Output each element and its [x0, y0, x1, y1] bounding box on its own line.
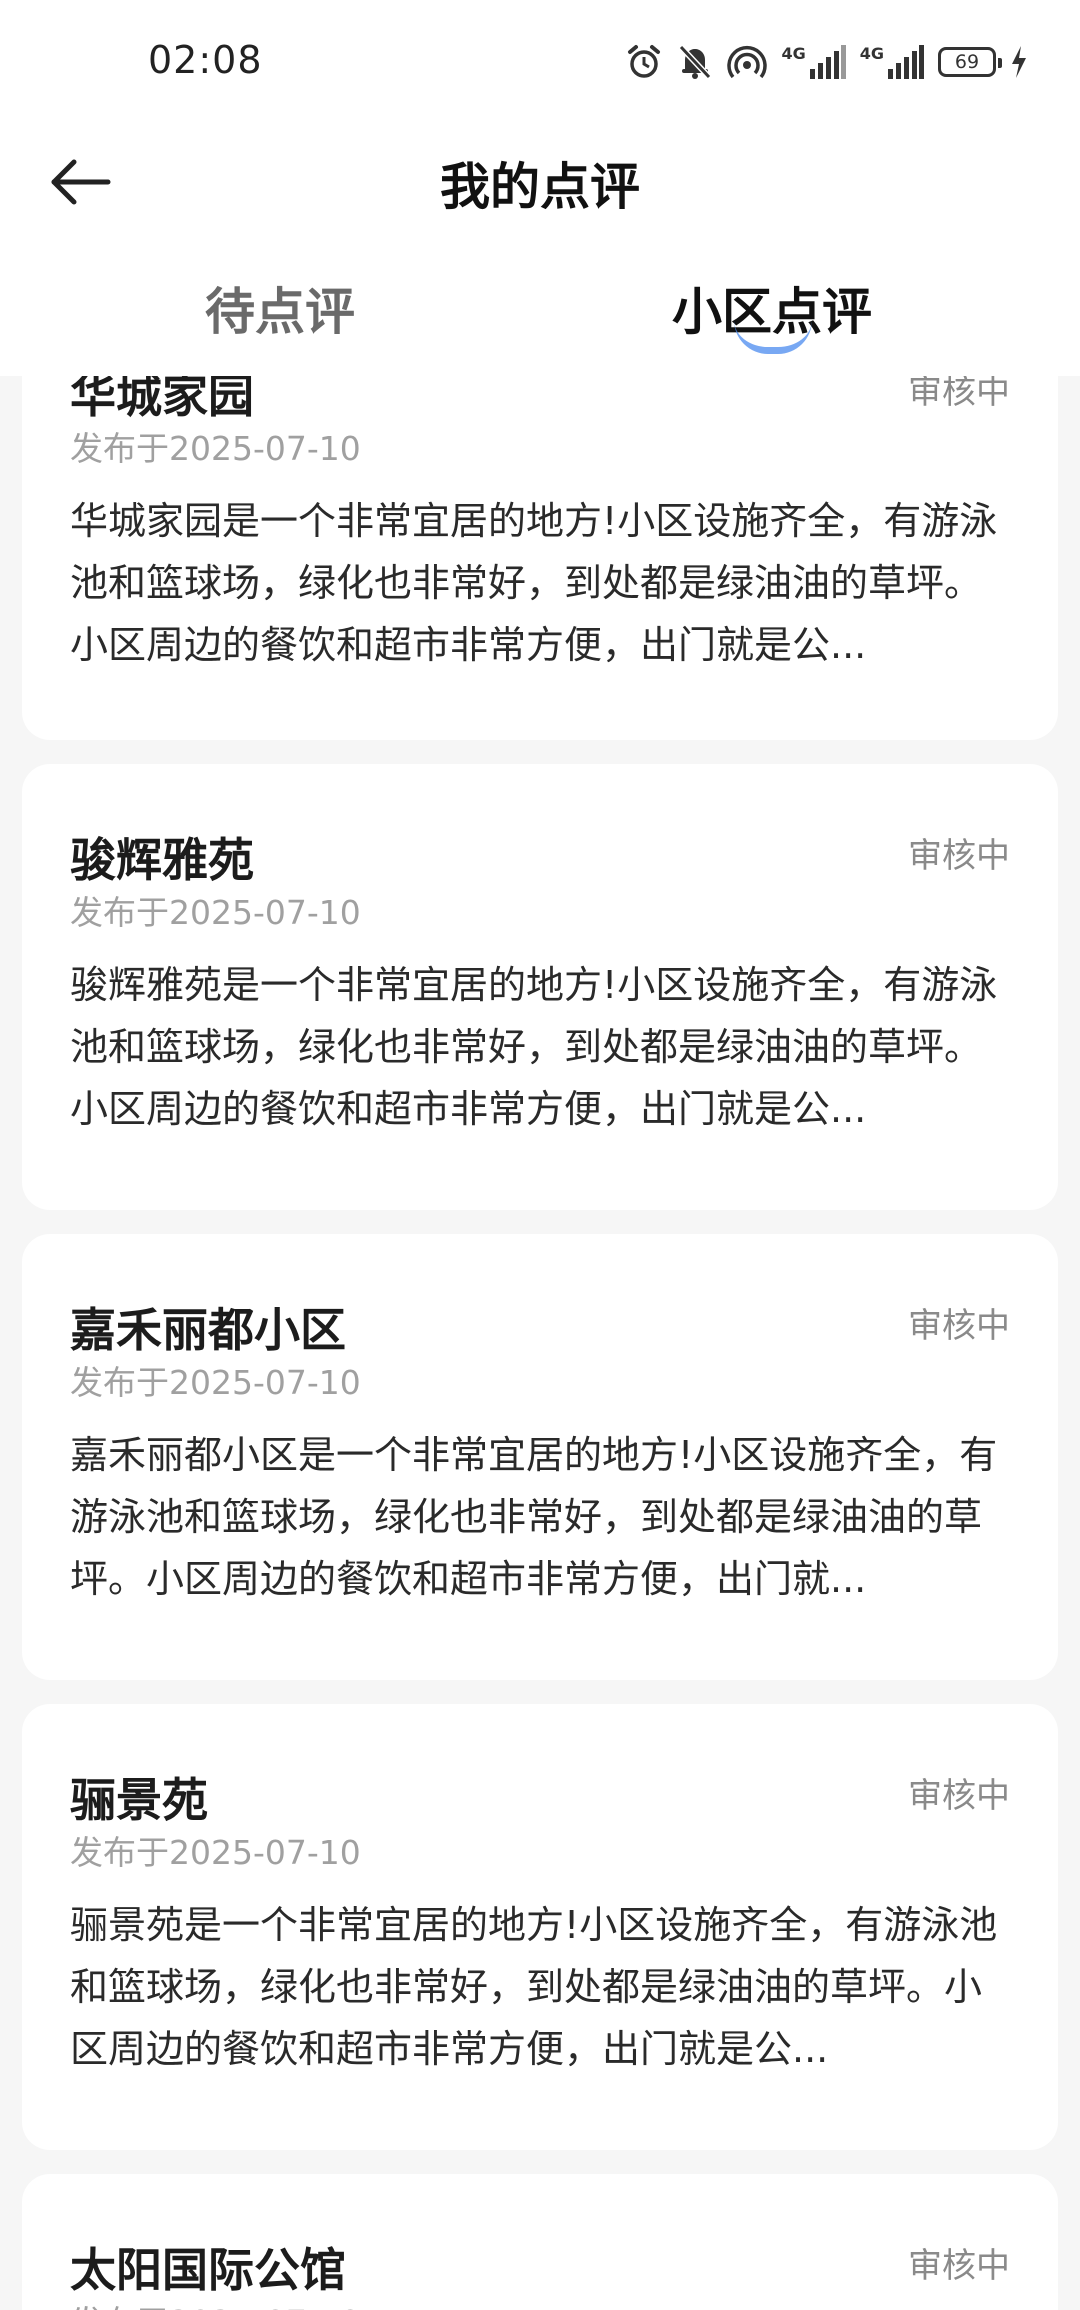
community-name: 太阳国际公馆	[70, 2243, 346, 2297]
community-name: 骏辉雅苑	[70, 833, 254, 887]
community-name: 骊景苑	[70, 1773, 208, 1827]
signal-icon: 4G	[859, 44, 924, 79]
publish-date: 发布于2025-07-10	[70, 1363, 361, 1402]
hotspot-icon	[727, 43, 768, 81]
status-time: 02:08	[148, 38, 263, 82]
review-text: 骏辉雅苑是一个非常宜居的地方!小区设施齐全，有游泳池和篮球场，绿化也非常好，到处…	[70, 963, 998, 1131]
screen: 华城家园 审核中 发布于2025-07-10 华城家园是一个非常宜居的地方!小区…	[0, 0, 1080, 2310]
review-card[interactable]: 骊景苑 审核中 发布于2025-07-10 骊景苑是一个非常宜居的地方!小区设施…	[22, 1704, 1058, 2150]
header: 02:08 4G 4G 69 我的点评 待点评 小区点评	[0, 0, 1080, 376]
page-title: 我的点评	[440, 158, 640, 216]
review-status: 审核中	[908, 2246, 1010, 2286]
tab-pending-review[interactable]: 待点评	[80, 272, 480, 344]
active-tab-indicator	[734, 320, 812, 354]
status-icons: 4G 4G 69	[625, 40, 1028, 84]
publish-date: 发布于2025-07-10	[70, 893, 361, 932]
publish-date: 发布于2025-07-10	[70, 2296, 361, 2310]
review-card[interactable]: 嘉禾丽都小区 审核中 发布于2025-07-10 嘉禾丽都小区是一个非常宜居的地…	[22, 1234, 1058, 1680]
status-bar: 02:08 4G 4G 69	[0, 0, 1080, 125]
title-bar: 我的点评	[0, 125, 1080, 235]
battery-icon: 69	[938, 47, 1002, 77]
review-card[interactable]: 骏辉雅苑 审核中 发布于2025-07-10 骏辉雅苑是一个非常宜居的地方!小区…	[22, 764, 1058, 1210]
review-card[interactable]: 太阳国际公馆 审核中 发布于2025-07-10	[22, 2174, 1058, 2310]
network-type-label: 4G	[781, 44, 806, 63]
review-text: 华城家园是一个非常宜居的地方!小区设施齐全，有游泳池和篮球场，绿化也非常好，到处…	[70, 499, 998, 667]
alarm-icon	[625, 43, 663, 81]
review-status: 审核中	[908, 1306, 1010, 1346]
signal-icon: 4G	[781, 44, 846, 79]
review-text: 嘉禾丽都小区是一个非常宜居的地方!小区设施齐全，有游泳池和篮球场，绿化也非常好，…	[70, 1433, 998, 1601]
network-type-label: 4G	[859, 44, 884, 63]
review-status: 审核中	[908, 836, 1010, 876]
review-text: 骊景苑是一个非常宜居的地方!小区设施齐全，有游泳池和篮球场，绿化也非常好，到处都…	[70, 1903, 998, 2071]
battery-level: 69	[954, 51, 980, 73]
publish-date: 发布于2025-07-10	[70, 429, 361, 468]
bell-off-icon	[677, 43, 713, 81]
bolt-icon	[1010, 46, 1028, 78]
tab-bar: 待点评 小区点评	[0, 262, 1080, 372]
publish-date: 发布于2025-07-10	[70, 1833, 361, 1872]
review-status: 审核中	[908, 1776, 1010, 1816]
community-name: 嘉禾丽都小区	[70, 1303, 346, 1357]
